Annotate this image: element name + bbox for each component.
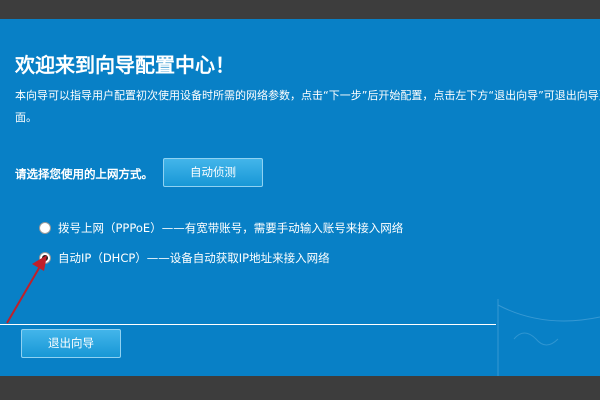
watermark-decoration bbox=[497, 299, 600, 376]
pppoe-label: 拨号上网（PPPoE）——有宽带账号，需要手动输入账号来接入网络 bbox=[58, 221, 404, 235]
option-pppoe[interactable]: 拨号上网（PPPoE）——有宽带账号，需要手动输入账号来接入网络 bbox=[39, 220, 403, 236]
exit-wizard-button[interactable]: 退出向导 bbox=[21, 329, 121, 358]
wizard-panel: 欢迎来到向导配置中心！ 本向导可以指导用户配置初次使用设备时所需的网络参数，点击… bbox=[0, 19, 600, 376]
divider bbox=[0, 324, 496, 325]
pppoe-radio[interactable] bbox=[39, 222, 51, 234]
dhcp-label: 自动IP（DHCP）——设备自动获取IP地址来接入网络 bbox=[58, 251, 330, 265]
bottom-frame-bar bbox=[0, 376, 600, 400]
top-frame-bar bbox=[0, 0, 600, 19]
option-dhcp[interactable]: 自动IP（DHCP）——设备自动获取IP地址来接入网络 bbox=[39, 250, 330, 266]
wizard-description: 本向导可以指导用户配置初次使用设备时所需的网络参数，点击“下一步”后开始配置，点… bbox=[15, 89, 600, 124]
wizard-title: 欢迎来到向导配置中心！ bbox=[15, 53, 235, 77]
auto-detect-button[interactable]: 自动侦测 bbox=[163, 158, 263, 187]
annotation-arrow-icon bbox=[6, 255, 47, 324]
method-label: 请选择您使用的上网方式。 bbox=[15, 167, 153, 181]
